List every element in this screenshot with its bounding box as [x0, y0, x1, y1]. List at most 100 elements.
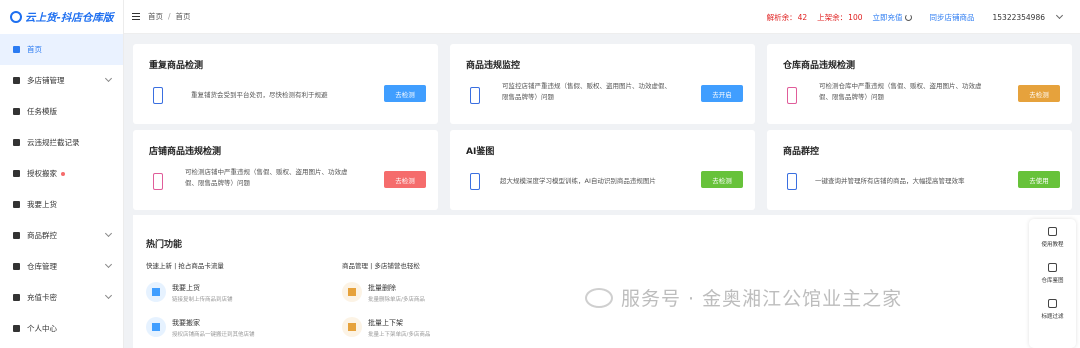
chevron-down-icon[interactable] [104, 229, 113, 238]
sidebar-item-8[interactable]: 充值卡密 [0, 282, 123, 313]
store-icon [12, 76, 21, 85]
card-action-button[interactable]: 去检测 [384, 171, 426, 188]
card-icon [12, 293, 21, 302]
card-title: 商品群控 [783, 147, 820, 157]
hot-feature-3[interactable]: 批量上下架批量上下架单店/多店商品 [342, 317, 430, 338]
app-title: 云上货-抖店仓库版 [25, 11, 114, 24]
notification-dot [61, 171, 65, 176]
chevron-down-icon[interactable] [104, 260, 113, 269]
feature-card-5: 商品群控一键查询并管理所有店铺的商品，大幅提高管理效率 去使用 [767, 130, 1072, 210]
app-logo[interactable]: 云上货-抖店仓库版 [0, 0, 123, 34]
feature-title: 我要上货 [172, 284, 200, 292]
phone-icon [787, 87, 797, 104]
card-action-button[interactable]: 去检测 [1018, 85, 1060, 102]
floating-item-0[interactable]: 使用教程 [1029, 227, 1076, 248]
sidebar-item-label: 任务模版 [27, 107, 57, 116]
feature-card-2: 仓库商品违规检测 可检测仓库中严重违规（售假、贩权、盗用图片、功效虚假、限售品牌等… [767, 44, 1072, 124]
sidebar-item-label: 多店铺管理 [27, 76, 65, 85]
sidebar-item-label: 个人中心 [27, 324, 57, 333]
feature-card-1: 商品违规监控 可监控店铺严重违规（售假、贩权、盗用图片、功效虚假、限售品牌等）问题… [450, 44, 755, 124]
chevron-down-icon[interactable] [104, 74, 113, 83]
send-icon [146, 282, 166, 302]
chevron-down-icon[interactable] [1055, 11, 1064, 20]
quick-listing-subtitle: 快速上新 | 抢占商品卡流量 [146, 262, 224, 270]
warehouse-icon [12, 262, 21, 271]
floating-item-2[interactable]: 标题过滤 [1029, 299, 1076, 320]
sidebar-item-1[interactable]: 多店铺管理 [0, 65, 123, 96]
floating-item-label: 仓库鉴图 [1041, 278, 1064, 284]
sidebar-item-5[interactable]: 我要上货 [0, 189, 123, 220]
sidebar-item-4[interactable]: 授权搬家 [0, 158, 123, 189]
grid-icon [12, 231, 21, 240]
feature-title: 批量删除 [368, 284, 396, 292]
phone-icon [470, 87, 480, 104]
trash-icon [342, 282, 362, 302]
sidebar: 云上货-抖店仓库版 首页多店铺管理任务模版云违规拦截记录 授权搬家我要上货商品群控… [0, 0, 124, 348]
feature-card-3: 店铺商品违规检测可检测店铺中严重违规（售假、贩权、盗用图片、功效虚假、限售品牌等… [133, 130, 438, 210]
floating-item-label: 使用教程 [1041, 242, 1064, 248]
feature-title: 我要搬家 [172, 319, 200, 327]
hot-feature-1[interactable]: 我要搬家授权店铺商品一键搬迁到其他店铺 [146, 317, 255, 338]
watermark: 服务号 · 金奥湘江公馆业主之家 [585, 284, 902, 311]
hot-features-panel: 热门功能 快速上新 | 抢占商品卡流量 商品管理 | 多店铺营也轻松 我要上货链… [133, 215, 1080, 348]
watermark-text: 服务号 · 金奥湘江公馆业主之家 [621, 288, 903, 310]
phone-icon [153, 87, 163, 104]
cloud-upload-icon [12, 200, 21, 209]
product-management-subtitle: 商品管理 | 多店铺营也轻松 [342, 262, 420, 270]
breadcrumb: 首页 / 首页 [148, 12, 191, 21]
listing-count: 100 [848, 12, 863, 22]
phone-icon [787, 173, 797, 190]
sidebar-item-2[interactable]: 任务模版 [0, 96, 123, 127]
folder-icon [1048, 299, 1057, 308]
move-icon [12, 169, 21, 178]
sidebar-item-label: 商品群控 [27, 231, 57, 240]
feature-description: 批量删除单店/多店商品 [368, 297, 425, 303]
hot-features-title: 热门功能 [146, 240, 183, 250]
listing-label: 上架余： [817, 12, 848, 22]
menu-toggle-icon[interactable] [132, 13, 140, 20]
logo-icon [10, 11, 22, 23]
sidebar-item-label: 授权搬家 [27, 169, 57, 178]
violation-label: 解析余： [766, 12, 797, 22]
card-action-button[interactable]: 去检测 [384, 85, 426, 102]
card-action-button[interactable]: 去检测 [701, 171, 743, 188]
breadcrumb-home[interactable]: 首页 [148, 12, 163, 21]
hot-feature-2[interactable]: 批量删除批量删除单店/多店商品 [342, 282, 425, 303]
refresh-icon[interactable] [904, 13, 912, 21]
recharge-link[interactable]: 立即充值 [873, 12, 903, 23]
sidebar-item-6[interactable]: 商品群控 [0, 220, 123, 251]
send-icon [342, 317, 362, 337]
feature-description: 批量上下架单店/多店商品 [368, 332, 431, 338]
sidebar-item-7[interactable]: 仓库管理 [0, 251, 123, 282]
shield-icon [12, 138, 21, 147]
sync-store-products-link[interactable]: 同步店铺商品 [930, 12, 975, 23]
sidebar-item-label: 首页 [27, 45, 42, 54]
feature-card-0: 重复商品检测 重复铺货会受到平台处罚，尽快检测有利于规避 去检测 [133, 44, 438, 124]
book-icon [1048, 227, 1057, 236]
feature-description: 授权店铺商品一键搬迁到其他店铺 [172, 332, 255, 338]
card-description: 可检测仓库中严重违规（售假、贩权、盗用图片、功效虚假、限售品牌等）问题 [819, 82, 982, 101]
feature-title: 批量上下架 [368, 319, 403, 327]
user-account[interactable]: 15322354986 [993, 13, 1046, 22]
sidebar-item-3[interactable]: 云违规拦截记录 [0, 127, 123, 158]
sidebar-item-0[interactable]: 首页 [0, 34, 123, 65]
card-title: 店铺商品违规检测 [149, 147, 222, 157]
hot-feature-0[interactable]: 我要上货链接复制上传商品到店铺 [146, 282, 233, 303]
clipboard-check-icon [146, 317, 166, 337]
card-title: 重复商品检测 [149, 61, 204, 71]
floating-item-1[interactable]: 仓库鉴图 [1029, 263, 1076, 284]
card-description: 一键查询并管理所有店铺的商品，大幅提高管理效率 [815, 177, 965, 185]
home-icon [12, 45, 21, 54]
sidebar-item-label: 云违规拦截记录 [27, 138, 80, 147]
top-bar: 首页 / 首页 解析余： 42 上架余： 100 立即充值 同步店铺商品 15322… [124, 0, 1080, 34]
card-action-button[interactable]: 去开启 [701, 85, 743, 102]
chevron-down-icon[interactable] [104, 291, 113, 300]
feature-description: 链接复制上传商品到店铺 [172, 297, 233, 303]
card-description: 超大规模深度学习模型训练，AI自动识别商品违规图片 [500, 177, 656, 185]
violation-count: 42 [797, 12, 808, 22]
card-description: 可检测店铺中严重违规（售假、贩权、盗用图片、功效虚假、限售品牌等）问题 [185, 168, 348, 187]
card-action-button[interactable]: 去使用 [1018, 171, 1060, 188]
floating-toolbar: 使用教程仓库鉴图标题过滤 [1029, 219, 1076, 348]
phone-icon [470, 173, 480, 190]
sidebar-item-9[interactable]: 个人中心 [0, 313, 123, 344]
